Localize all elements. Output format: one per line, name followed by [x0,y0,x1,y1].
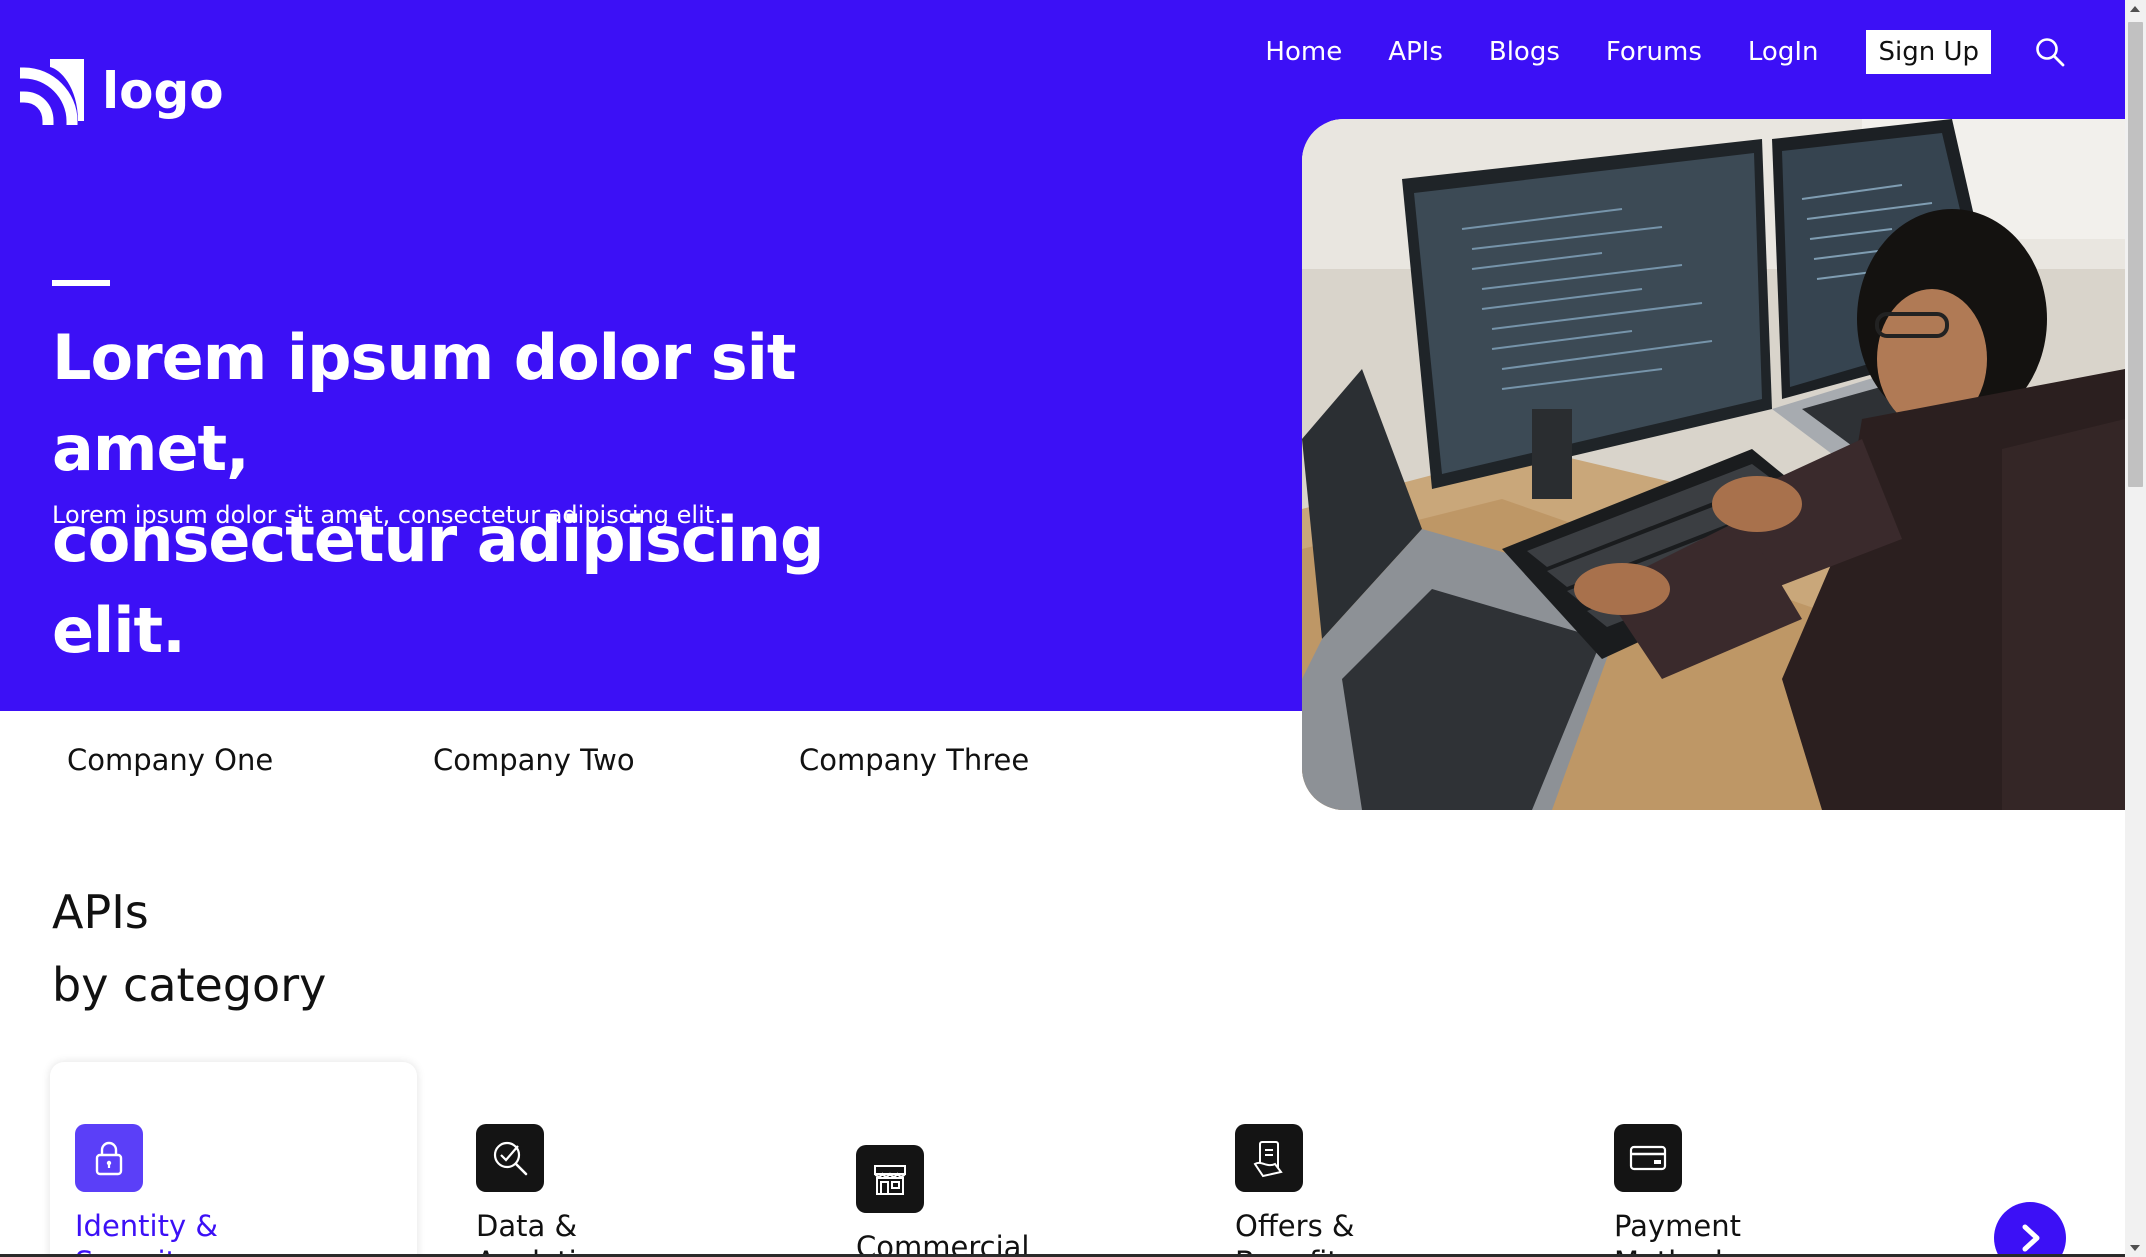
hero-title: Lorem ipsum dolor sit amet, consectetur … [52,312,952,676]
category-label: Identity & Security [75,1209,218,1257]
page: logo Home APIs Blogs Forums LogIn Sign U… [0,0,2146,1257]
category-data-analytics[interactable]: Data & Analytics [476,1124,776,1257]
category-identity-security[interactable]: Identity & Security [75,1124,375,1257]
card-icon [1614,1124,1682,1192]
nav-blogs[interactable]: Blogs [1489,37,1560,67]
nav-home[interactable]: Home [1265,37,1342,67]
store-icon [856,1145,924,1213]
category-offers-benefits[interactable]: Offers & Benefits [1235,1124,1535,1257]
hero-subtitle: Lorem ipsum dolor sit amet, consectetur … [52,501,722,529]
hero-accent-bar [52,280,110,286]
scroll-up-arrow-icon[interactable] [2130,6,2140,12]
apis-title-line-1: APIs [52,885,149,939]
category-label: Payment Methods [1614,1209,1741,1257]
nav-apis[interactable]: APIs [1388,37,1443,67]
category-label: Offers & Benefits [1235,1209,1355,1257]
analytics-icon [476,1124,544,1192]
carousel-next-button[interactable] [1994,1202,2066,1257]
category-label: Commercial [856,1230,1030,1257]
chevron-right-icon [2022,1224,2040,1252]
category-commercial[interactable]: Commercial [856,1145,1156,1257]
hero-title-line-1: Lorem ipsum dolor sit amet, [52,321,797,485]
nav-login[interactable]: LogIn [1748,37,1819,67]
offers-icon [1235,1124,1303,1192]
nav-forums[interactable]: Forums [1606,37,1702,67]
scrollbar-thumb[interactable] [2128,22,2143,487]
sign-up-button[interactable]: Sign Up [1866,30,1991,74]
company-two: Company Two [433,743,635,777]
logo[interactable]: logo [20,56,224,126]
apis-section-title: APIs by category [52,876,326,1022]
top-nav: Home APIs Blogs Forums LogIn Sign Up [1265,26,2065,78]
lock-icon [75,1124,143,1192]
company-one: Company One [67,743,274,777]
apis-title-line-2: by category [52,958,327,1012]
search-icon[interactable] [2035,37,2065,67]
scroll-down-arrow-icon[interactable] [2130,1245,2140,1251]
company-three: Company Three [799,743,1030,777]
logo-text: logo [102,62,224,120]
hero-image [1302,119,2125,810]
category-label: Data & Analytics [476,1209,608,1257]
logo-mark-icon [20,59,84,125]
category-payment-methods[interactable]: Payment Methods [1614,1124,1914,1257]
vertical-scrollbar[interactable] [2125,0,2146,1257]
